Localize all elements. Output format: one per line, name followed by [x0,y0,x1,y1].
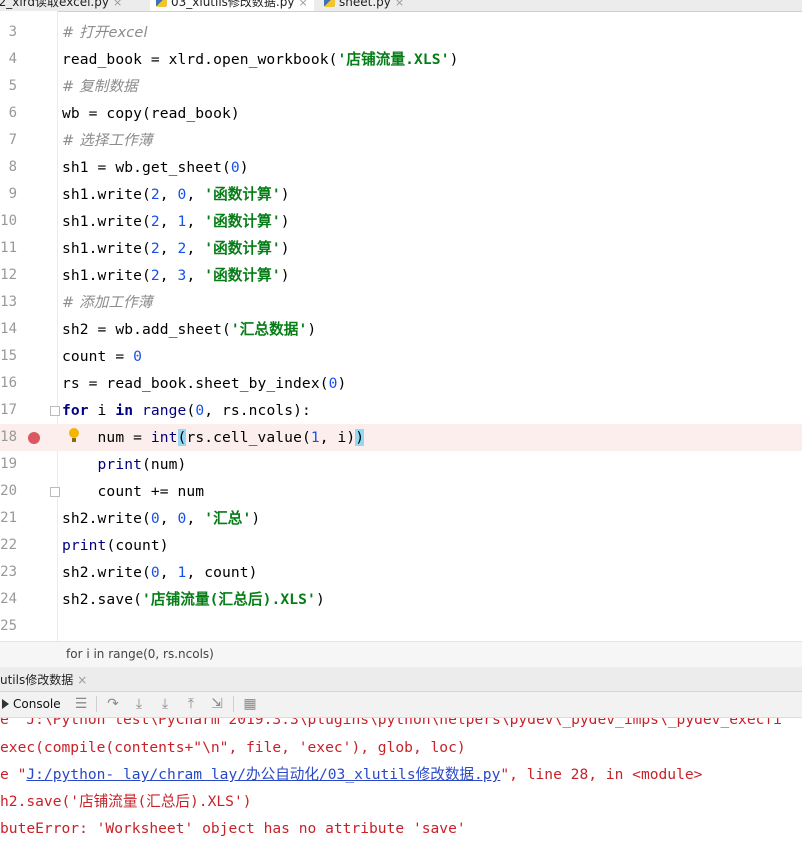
close-icon[interactable]: × [298,0,307,9]
run-to-cursor-icon[interactable]: ⇲ [210,696,224,712]
console-line: e "J:/python- lay/chram lay/办公自动化/03_xlu… [0,766,703,783]
line-number: 12 [0,267,17,283]
breakpoint-icon[interactable] [28,432,40,444]
step-over-icon[interactable]: ↷ [106,696,120,712]
evaluate-expression-icon[interactable]: ▦ [243,696,257,712]
line-number: 3 [8,24,17,40]
line-number: 17 [0,402,17,418]
python-file-icon [156,0,167,7]
code-comment: # 添加工作薄 [62,294,153,311]
code-line[interactable]: 19 print(num) [0,451,802,478]
code-comment: # 打开excel [62,24,148,41]
run-tool-window-tabs: utils修改数据 × [0,667,802,692]
code-line[interactable]: 4 read_book = xlrd.open_workbook('店铺流量.X… [0,46,802,73]
step-out-icon[interactable]: ⤒ [184,696,198,712]
code-line[interactable]: 21 sh2.write(0, 0, '汇总') [0,505,802,532]
line-number: 13 [0,294,17,310]
console-line: h2.save('店铺流量(汇总后).XLS') [0,793,252,810]
line-number: 21 [0,510,17,526]
console-icon [2,699,9,709]
code-line[interactable]: 22 print(count) [0,532,802,559]
menu-icon[interactable]: ☰ [74,696,88,712]
close-icon[interactable]: × [395,0,404,9]
code-line[interactable]: 10 sh1.write(2, 1, '函数计算') [0,208,802,235]
line-number: 23 [0,564,17,580]
code-line[interactable]: 14 sh2 = wb.add_sheet('汇总数据') [0,316,802,343]
code-comment: # 复制数据 [62,78,138,95]
console-toolbar: Console ☰ ↷ ⤓ ⤓ ⤒ ⇲ ▦ [0,692,802,718]
line-number: 18 [0,429,17,445]
code-line[interactable]: 3 # 打开excel [0,19,802,46]
error-message: buteError: 'Worksheet' object has no att… [0,820,466,837]
code-line[interactable]: 20 count += num [0,478,802,505]
line-number: 19 [0,456,17,472]
code-line[interactable]: 9 sh1.write(2, 0, '函数计算') [0,181,802,208]
console-line: exec(compile(contents+"\n", file, 'exec'… [0,739,466,756]
console-line: e J:\Python test\PyCharm 2019.3.3\plugin… [0,718,782,728]
step-into-icon[interactable]: ⤓ [132,696,146,712]
editor-tab[interactable]: 02_xlrd读取excel.py × [0,0,128,11]
line-number: 8 [8,159,17,175]
close-icon[interactable]: × [77,673,87,687]
file-link[interactable]: J:/python- lay/chram lay/办公自动化/03_xlutil… [26,766,500,783]
line-number: 9 [8,186,17,202]
editor-tab[interactable]: sheet.py × [318,0,410,11]
close-icon[interactable]: × [113,0,122,9]
toolbar-divider [96,696,97,712]
fold-marker-icon[interactable] [50,406,60,416]
code-editor[interactable]: 3 # 打开excel 4 read_book = xlrd.open_work… [0,11,802,641]
step-into-my-code-icon[interactable]: ⤓ [158,696,172,712]
line-number: 25 [0,618,17,634]
code-line[interactable]: 12 sh1.write(2, 3, '函数计算') [0,262,802,289]
line-number: 11 [0,240,17,256]
code-line[interactable]: 7 # 选择工作薄 [0,127,802,154]
line-number: 16 [0,375,17,391]
line-number: 20 [0,483,17,499]
code-line[interactable]: 11 sh1.write(2, 2, '函数计算') [0,235,802,262]
line-number: 15 [0,348,17,364]
python-file-icon [324,0,335,7]
line-number: 4 [8,51,17,67]
code-line[interactable]: 8 sh1 = wb.get_sheet(0) [0,154,802,181]
line-number: 5 [8,78,17,94]
line-number: 7 [8,132,17,148]
line-number: 10 [0,213,17,229]
fold-marker-icon[interactable] [50,487,60,497]
console-tab[interactable]: Console [0,695,61,713]
run-tab[interactable]: utils修改数据 × [0,671,87,688]
line-number: 6 [8,105,17,121]
line-number: 22 [0,537,17,553]
code-line[interactable]: 13 # 添加工作薄 [0,289,802,316]
code-line[interactable]: 17 for i in range(0, rs.ncols): [0,397,802,424]
breadcrumb[interactable]: for i in range(0, rs.ncols) [0,641,802,668]
code-line[interactable]: 23 sh2.write(0, 1, count) [0,559,802,586]
code-line[interactable]: 15 count = 0 [0,343,802,370]
code-line[interactable]: 6 wb = copy(read_book) [0,100,802,127]
code-comment: # 选择工作薄 [62,132,153,149]
code-line[interactable]: 25 [0,613,802,640]
code-line-current[interactable]: 18 num = int(rs.cell_value(1, i)) [0,424,802,451]
code-line[interactable]: 24 sh2.save('店铺流量(汇总后).XLS') [0,586,802,613]
line-number: 14 [0,321,17,337]
toolbar-divider [233,696,234,712]
line-number: 24 [0,591,17,607]
console-output[interactable]: e J:\Python test\PyCharm 2019.3.3\plugin… [0,718,802,858]
bracket-match: ) [355,429,365,446]
code-line[interactable]: 16 rs = read_book.sheet_by_index(0) [0,370,802,397]
code-line[interactable]: 5 # 复制数据 [0,73,802,100]
